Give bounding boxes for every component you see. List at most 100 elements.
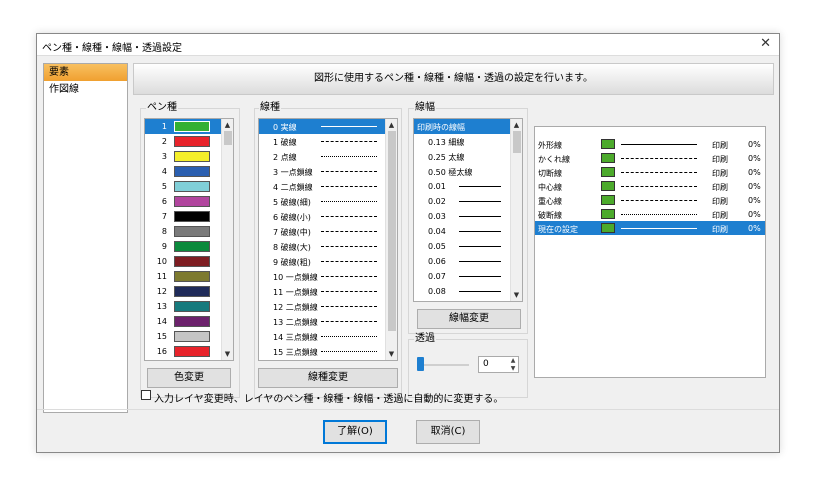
pen-number: 6 [161, 197, 167, 206]
pen-row[interactable]: 11 [145, 269, 233, 284]
linewidth-list[interactable]: 印刷時の線幅 0.13 細線 0.25 太線 0.50 極太線 0.01 0.02 0.03… [413, 118, 523, 302]
linewidth-row[interactable]: 印刷時の線幅 [414, 119, 522, 134]
linewidth-row[interactable]: 0.13 細線 [414, 134, 522, 149]
linetype-row[interactable]: 7 破線(中) [259, 224, 397, 239]
linetype-number: 2 [273, 153, 279, 162]
pen-color-swatch [174, 211, 210, 222]
pen-number: 16 [156, 347, 167, 356]
linetype-row[interactable]: 3 一点鎖線 [259, 164, 397, 179]
setting-line-preview [621, 214, 697, 215]
scroll-up-icon[interactable]: ▲ [222, 119, 233, 131]
pen-row[interactable]: 4 [145, 164, 233, 179]
pen-number: 3 [161, 152, 167, 161]
scroll-thumb[interactable] [388, 131, 396, 331]
pen-number: 13 [156, 302, 167, 311]
close-icon[interactable]: ✕ [760, 37, 771, 51]
current-settings-list[interactable]: 外形線 印刷 0% かくれ線 印刷 0% 切断線 印刷 0% 中心線 印刷 0% 重心線 印刷 0% 破断線印… [534, 126, 766, 378]
transparency-spinbox[interactable]: 0 ▲ ▼ [478, 356, 519, 373]
current-setting-row[interactable]: 重心線 印刷 0% [535, 193, 765, 207]
linetype-row[interactable]: 5 破線(細) [259, 194, 397, 209]
scroll-thumb[interactable] [224, 131, 232, 145]
linewidth-row[interactable]: 0.06 [414, 254, 522, 269]
linewidth-label: 0.01 [428, 182, 446, 191]
pen-row[interactable]: 1 [145, 119, 233, 134]
pen-row[interactable]: 12 [145, 284, 233, 299]
linetype-row[interactable]: 2 点線 [259, 149, 397, 164]
linetype-row[interactable]: 0 実線 [259, 119, 397, 134]
scroll-down-icon[interactable]: ▼ [222, 348, 233, 360]
cancel-button[interactable]: 取消(C) [416, 420, 480, 444]
pen-row[interactable]: 14 [145, 314, 233, 329]
spin-up-icon[interactable]: ▲ [509, 357, 517, 364]
linetype-row[interactable]: 13 二点鎖線 [259, 314, 397, 329]
linetype-row[interactable]: 9 破線(粗) [259, 254, 397, 269]
linetype-name: 1 破線 [273, 137, 297, 148]
linewidth-row[interactable]: 0.08 [414, 284, 522, 299]
pen-row[interactable]: 13 [145, 299, 233, 314]
pen-list[interactable]: 1 2 3 4 5 6 7 8 9 10 11 12 13 14 15 16 ▲ ▼ [144, 118, 234, 361]
auto-change-checkbox[interactable] [141, 390, 151, 400]
pen-row[interactable]: 10 [145, 254, 233, 269]
transparency-value[interactable]: 0 [483, 359, 489, 369]
linetype-row[interactable]: 10 一点鎖線 [259, 269, 397, 284]
transparency-slider-track[interactable] [417, 364, 469, 366]
linewidth-row[interactable]: 0.02 [414, 194, 522, 209]
color-change-button[interactable]: 色変更 [147, 368, 231, 388]
sidebar-item[interactable]: 要素 [44, 64, 127, 81]
linewidth-row[interactable]: 0.03 [414, 209, 522, 224]
linetype-row[interactable]: 12 二点鎖線 [259, 299, 397, 314]
ok-button[interactable]: 了解(O) [323, 420, 387, 444]
linewidth-row[interactable]: 0.07 [414, 269, 522, 284]
linetype-change-button[interactable]: 線種変更 [258, 368, 398, 388]
current-setting-row[interactable]: 中心線 印刷 0% [535, 179, 765, 193]
linewidth-row[interactable]: 0.09 [414, 299, 522, 301]
linetype-number: 1 [273, 138, 279, 147]
sidebar-item[interactable]: 作図線 [44, 81, 127, 98]
scroll-thumb[interactable] [513, 131, 521, 153]
auto-change-label[interactable]: 入力レイヤ変更時、レイヤのペン種・線種・線幅・透過に自動的に変更する。 [154, 390, 503, 405]
linetype-row[interactable]: 15 三点鎖線 [259, 344, 397, 359]
linewidth-row[interactable]: 0.05 [414, 239, 522, 254]
sidebar: 要素 作図線 [43, 63, 128, 413]
linetype-row[interactable]: 14 三点鎖線 [259, 329, 397, 344]
current-setting-row[interactable]: かくれ線 印刷 0% [535, 151, 765, 165]
spin-down-icon[interactable]: ▼ [509, 365, 517, 372]
pen-row[interactable]: 3 [145, 149, 233, 164]
linetype-row[interactable]: 11 一点鎖線 [259, 284, 397, 299]
linewidth-scrollbar[interactable]: ▲ ▼ [510, 119, 522, 301]
linewidth-change-button[interactable]: 線幅変更 [417, 309, 521, 329]
current-setting-row[interactable]: 現在の設定 印刷 0% [535, 221, 765, 235]
scroll-up-icon[interactable]: ▲ [386, 119, 397, 131]
pen-row[interactable]: 9 [145, 239, 233, 254]
linewidth-row[interactable]: 0.25 太線 [414, 149, 522, 164]
linetype-label: 一点鎖線 [285, 273, 318, 282]
pen-row[interactable]: 6 [145, 194, 233, 209]
scroll-up-icon[interactable]: ▲ [511, 119, 522, 131]
scroll-down-icon[interactable]: ▼ [386, 348, 397, 360]
pen-color-swatch [173, 120, 211, 133]
linetype-row[interactable]: 8 破線(大) [259, 239, 397, 254]
linetype-list[interactable]: 0 実線 1 破線 2 点線 3 一点鎖線 4 二点鎖線 5 破線(細) 6 破線(小) 7 … [258, 118, 398, 361]
linetype-row[interactable]: 6 破線(小) [259, 209, 397, 224]
linewidth-row[interactable]: 0.50 極太線 [414, 164, 522, 179]
current-setting-row[interactable]: 切断線 印刷 0% [535, 165, 765, 179]
linetype-row[interactable]: 4 二点鎖線 [259, 179, 397, 194]
transparency-label: 透過 [414, 333, 436, 344]
pen-row[interactable]: 8 [145, 224, 233, 239]
linetype-row[interactable]: 1 破線 [259, 134, 397, 149]
transparency-slider-thumb[interactable] [417, 357, 424, 371]
pen-row[interactable]: 2 [145, 134, 233, 149]
scroll-down-icon[interactable]: ▼ [511, 289, 522, 301]
linewidth-row[interactable]: 0.04 [414, 224, 522, 239]
pen-row[interactable]: 7 [145, 209, 233, 224]
pen-scrollbar[interactable]: ▲ ▼ [221, 119, 233, 360]
linewidth-row[interactable]: 0.01 [414, 179, 522, 194]
pen-row[interactable]: 16 [145, 344, 233, 359]
current-setting-row[interactable]: 外形線 印刷 0% [535, 137, 765, 151]
pen-row[interactable]: 5 [145, 179, 233, 194]
current-setting-row[interactable]: 破断線 印刷 0% [535, 207, 765, 221]
pen-row[interactable]: 15 [145, 329, 233, 344]
linewidth-label: 0.02 [428, 197, 446, 206]
linetype-scrollbar[interactable]: ▲ ▼ [385, 119, 397, 360]
linetype-number: 9 [273, 258, 279, 267]
